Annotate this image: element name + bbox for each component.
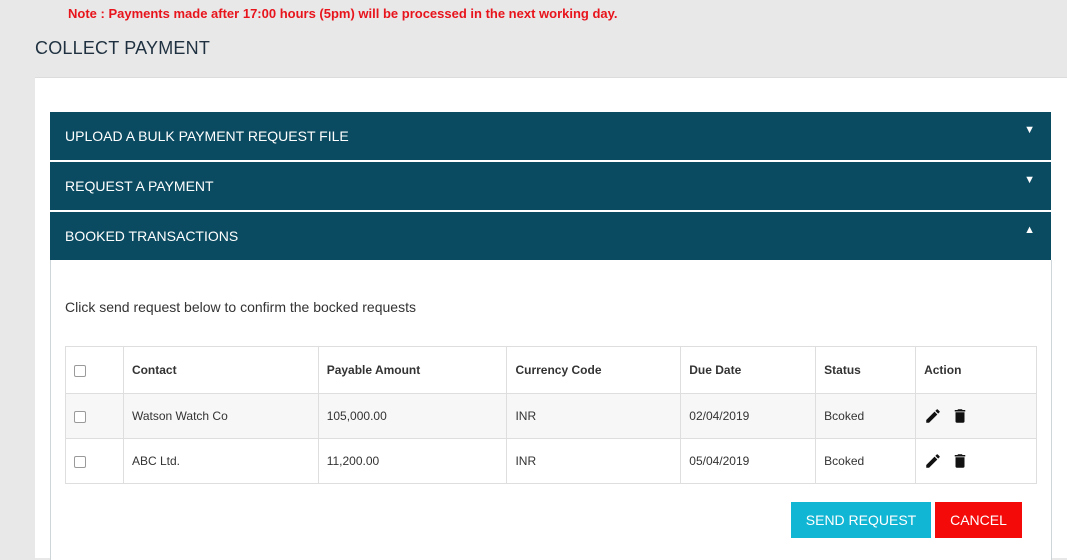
header-status: Status xyxy=(815,346,917,394)
processing-note: Note : Payments made after 17:00 hours (… xyxy=(68,6,618,21)
accordion-request-payment[interactable]: REQUEST A PAYMENT ▼ xyxy=(50,162,1051,210)
chevron-down-icon: ▼ xyxy=(1024,174,1035,186)
cell-contact: ABC Ltd. xyxy=(122,438,319,484)
cell-contact: Watson Watch Co xyxy=(122,393,319,439)
row-checkbox[interactable] xyxy=(74,410,86,423)
cell-action xyxy=(915,438,1037,484)
cell-amount: 11,200.00 xyxy=(317,438,508,484)
header-action: Action xyxy=(915,346,1037,394)
select-all-cell xyxy=(65,346,124,394)
cell-due-date: 05/04/2019 xyxy=(680,438,817,484)
header-contact: Contact xyxy=(122,346,319,394)
trash-icon[interactable] xyxy=(951,451,969,471)
accordion-upload-bulk[interactable]: UPLOAD A BULK PAYMENT REQUEST FILE ▼ xyxy=(50,112,1051,160)
accordion-label: UPLOAD A BULK PAYMENT REQUEST FILE xyxy=(65,128,349,144)
row-checkbox[interactable] xyxy=(74,455,86,468)
header-payable-amount: Payable Amount xyxy=(317,346,508,394)
select-all-checkbox[interactable] xyxy=(74,364,86,377)
cancel-button[interactable]: CANCEL xyxy=(935,502,1022,538)
cell-amount: 105,000.00 xyxy=(317,393,508,439)
cell-action xyxy=(915,393,1037,439)
header-currency-code: Currency Code xyxy=(506,346,682,394)
chevron-down-icon: ▼ xyxy=(1024,124,1035,136)
header-due-date: Due Date xyxy=(680,346,817,394)
accordion-label: BOOKED TRANSACTIONS xyxy=(65,228,239,244)
chevron-up-icon: ▲ xyxy=(1024,224,1035,236)
cell-status: Bcoked xyxy=(815,438,917,484)
transactions-table: Contact Payable Amount Currency Code Due… xyxy=(65,346,1037,484)
cell-currency: INR xyxy=(506,438,682,484)
table-header-row: Contact Payable Amount Currency Code Due… xyxy=(65,346,1037,394)
accordion-label: REQUEST A PAYMENT xyxy=(65,178,214,194)
table-row: Watson Watch Co 105,000.00 INR 02/04/201… xyxy=(65,393,1037,439)
send-request-button[interactable]: SEND REQUEST xyxy=(791,502,931,538)
cell-due-date: 02/04/2019 xyxy=(680,393,817,439)
pencil-icon[interactable] xyxy=(924,452,942,470)
cell-currency: INR xyxy=(506,393,682,439)
accordion-booked-transactions[interactable]: BOOKED TRANSACTIONS ▲ xyxy=(50,212,1051,260)
trash-icon[interactable] xyxy=(951,406,969,426)
pencil-icon[interactable] xyxy=(924,407,942,425)
page-title: COLLECT PAYMENT xyxy=(35,38,211,58)
cell-status: Bcoked xyxy=(815,393,917,439)
instruction-text: Click send request below to confirm the … xyxy=(65,299,416,315)
table-row: ABC Ltd. 11,200.00 INR 05/04/2019 Bcoked xyxy=(65,438,1037,484)
